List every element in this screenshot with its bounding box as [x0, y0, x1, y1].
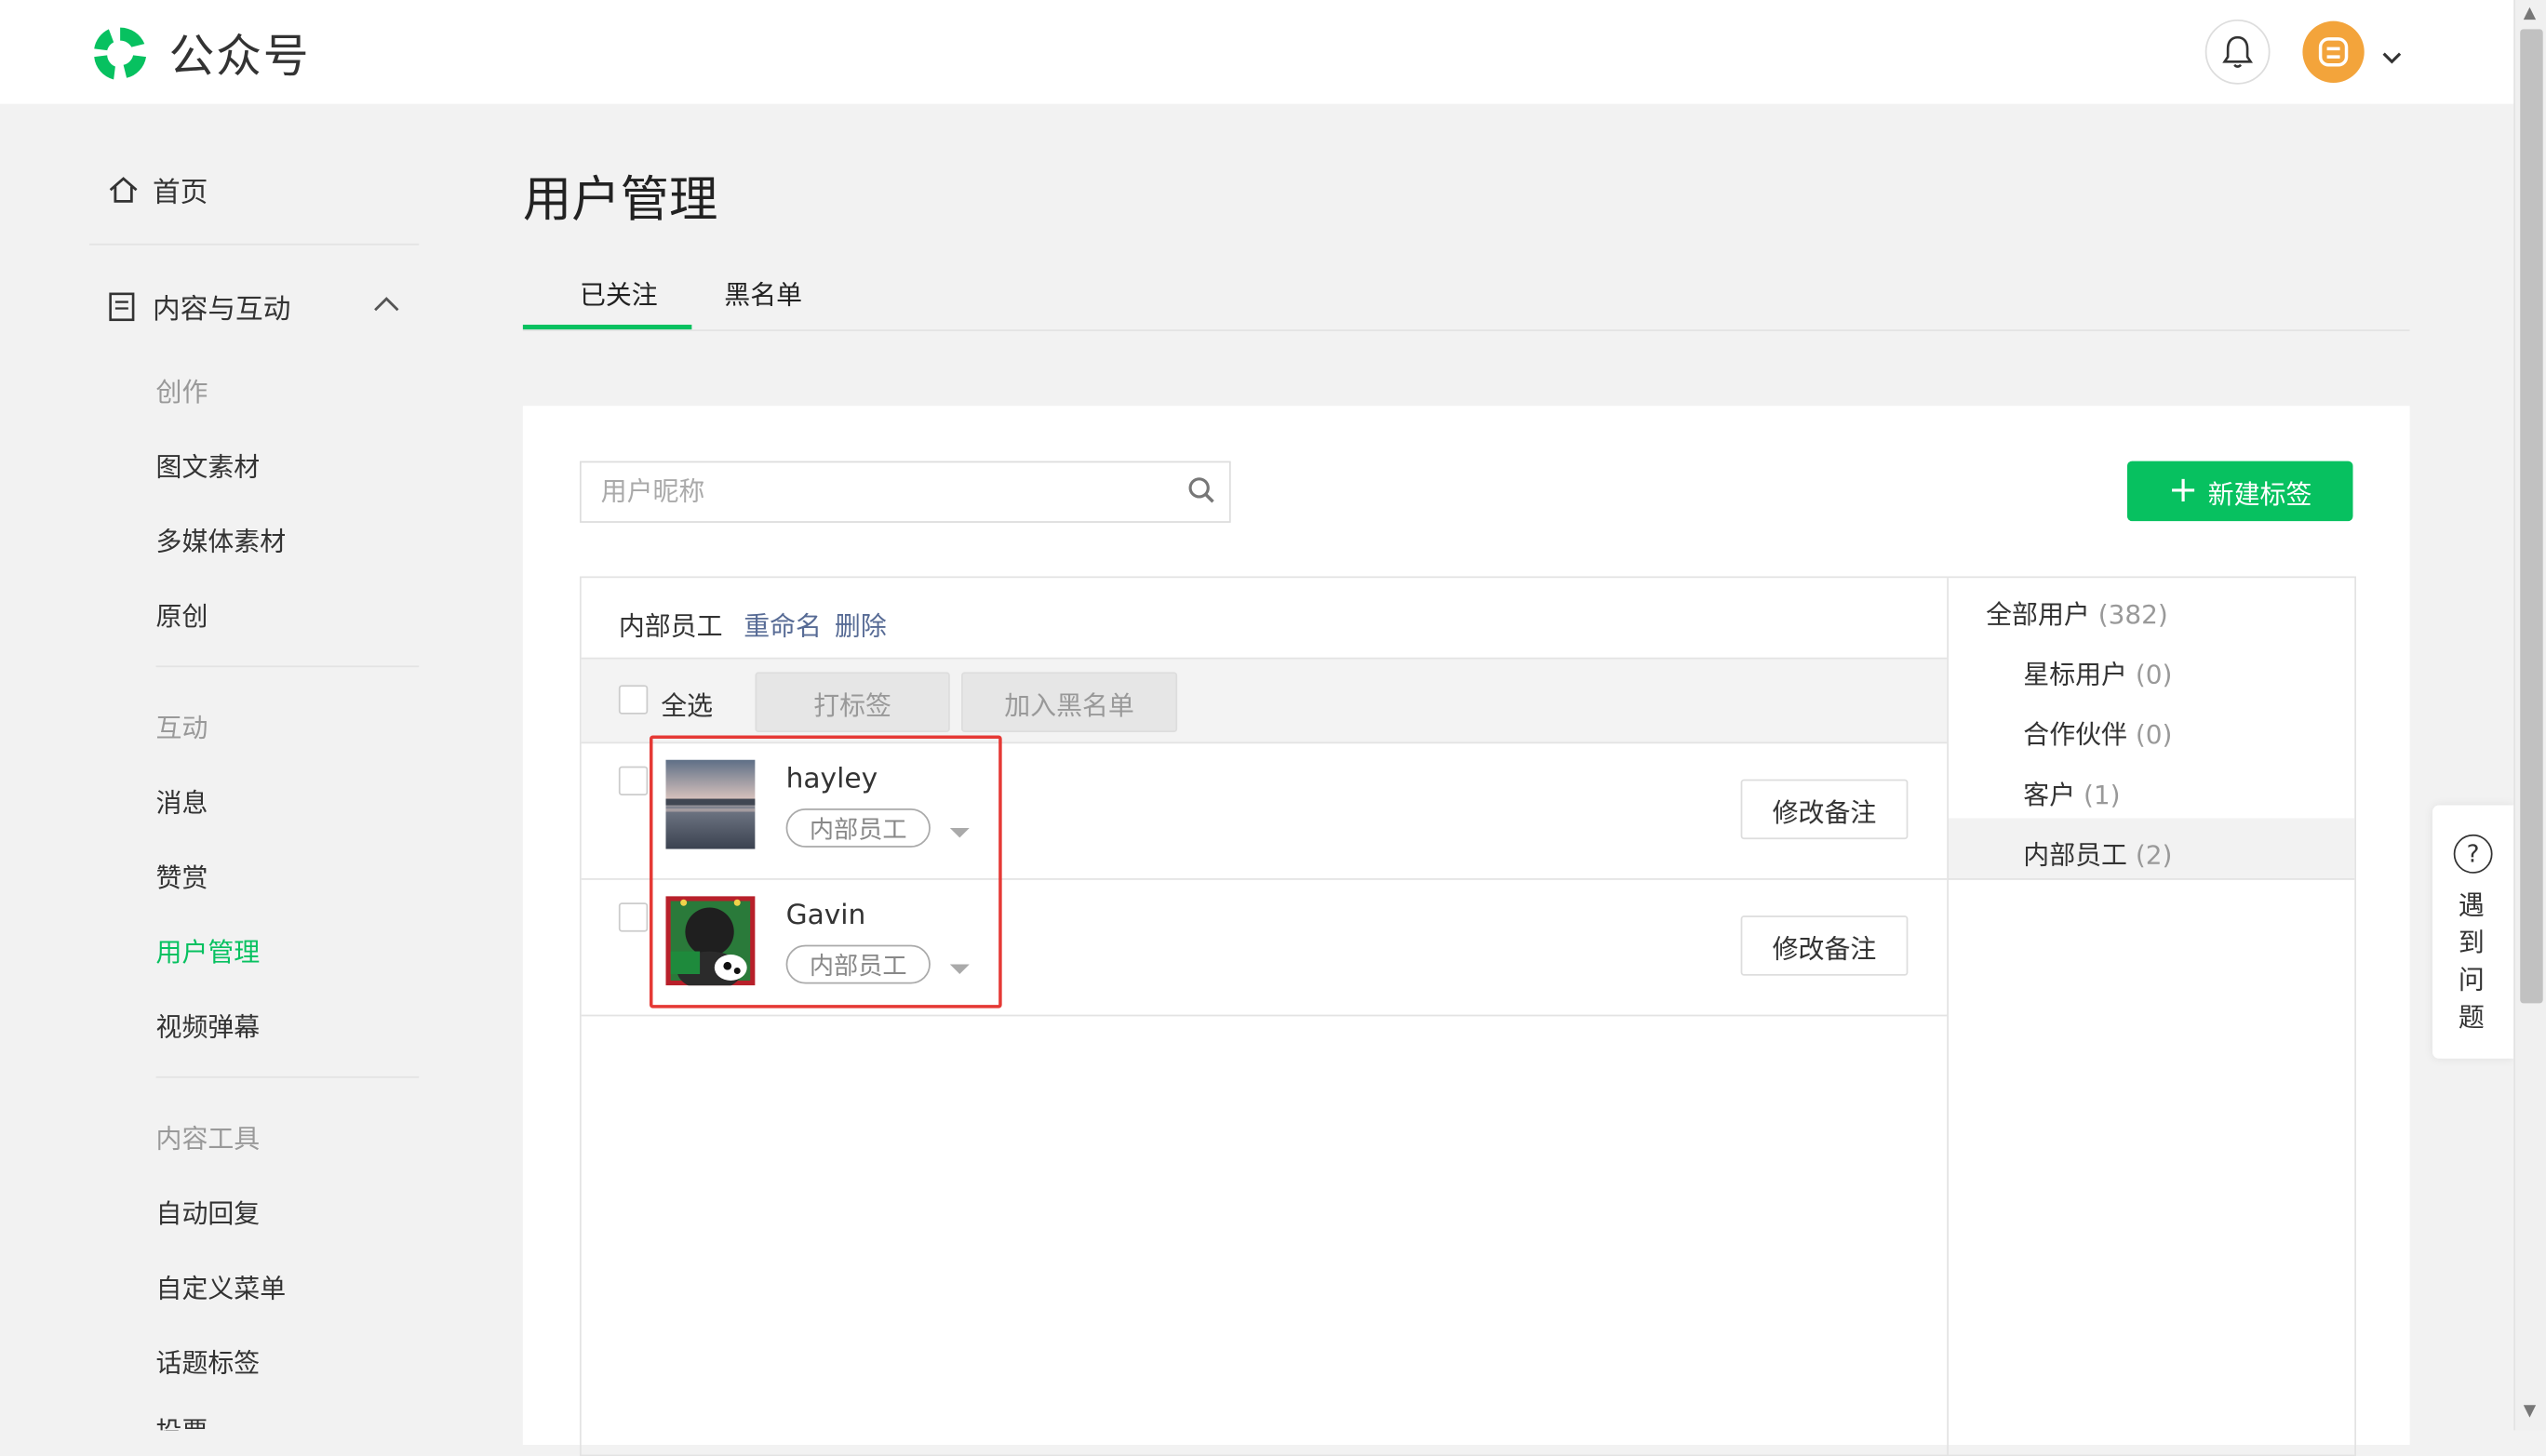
tag-label: 星标用户: [2023, 659, 2127, 690]
highlight-box: [650, 735, 1002, 1009]
new-tag-label: 新建标签: [2207, 477, 2312, 510]
divider: [155, 1075, 420, 1078]
user-table: 内部员工 重命名 删除 全选 打标签 加入黑名单 hayley 内部员工 修改备…: [579, 576, 2356, 1456]
tag-list: 全部用户 (382) 星标用户 (0) 合作伙伴 (0) 客户 (1) 内部员工…: [1947, 578, 2355, 1455]
search-icon[interactable]: [1187, 475, 1216, 511]
tag-label: 全部用户: [1986, 598, 2090, 631]
row-checkbox[interactable]: [618, 766, 649, 796]
sidebar-item-media[interactable]: 多媒体素材: [156, 519, 287, 558]
add-blacklist-button[interactable]: 加入黑名单: [961, 672, 1178, 732]
account-avatar[interactable]: [2302, 20, 2365, 83]
edit-remark-button[interactable]: 修改备注: [1740, 915, 1909, 976]
sidebar-item-auto-reply[interactable]: 自动回复: [156, 1192, 261, 1231]
scroll-up-arrow-icon[interactable]: ▲: [2524, 5, 2536, 22]
page-title: 用户管理: [522, 171, 718, 230]
tag-label: 内部员工: [2023, 839, 2127, 871]
divider: [88, 243, 420, 246]
tab-blacklist[interactable]: 黑名单: [724, 273, 802, 312]
notification-button[interactable]: [2204, 19, 2271, 85]
sidebar-item-home[interactable]: 首页: [107, 168, 208, 209]
help-widget[interactable]: ? 遇到问题: [2432, 805, 2514, 1059]
group-header: 内部员工 重命名 删除: [581, 578, 1948, 660]
search-box: [579, 461, 1231, 523]
sidebar-item-rewards[interactable]: 赞赏: [156, 856, 208, 895]
tag-label: 客户: [2023, 779, 2076, 810]
tab-followed[interactable]: 已关注: [580, 273, 658, 312]
select-all-checkbox[interactable]: [618, 685, 649, 715]
tag-count: (0): [2135, 719, 2173, 751]
section-label: 内容与互动: [153, 293, 291, 327]
sidebar-item-danmaku[interactable]: 视频弹幕: [156, 1005, 261, 1044]
home-icon: [109, 177, 138, 203]
search-input[interactable]: [581, 462, 1153, 518]
sidebar-item-messages[interactable]: 消息: [156, 781, 208, 820]
tag-list-item-customers[interactable]: 客户 (1): [2023, 773, 2120, 812]
plus-icon: +: [2168, 470, 2199, 511]
tag-count: (382): [2097, 598, 2168, 631]
sidebar-category-create: 创作: [155, 376, 208, 407]
sidebar-item-custom-menu[interactable]: 自定义菜单: [156, 1266, 287, 1305]
home-label: 首页: [153, 177, 208, 210]
new-tag-button[interactable]: + 新建标签: [2126, 461, 2353, 522]
document-icon: [109, 292, 135, 322]
scroll-thumb[interactable]: [2520, 29, 2543, 1004]
scroll-down-arrow-icon[interactable]: ▼: [2524, 1403, 2536, 1421]
brand-title[interactable]: 公众号: [168, 21, 310, 87]
group-name: 内部员工: [618, 610, 723, 642]
tag-list-item-all[interactable]: 全部用户 (382): [1986, 593, 2168, 632]
tag-count: (0): [2135, 659, 2173, 690]
avatar-face-icon: [2318, 37, 2349, 67]
tag-list-item-internal[interactable]: 内部员工 (2): [2023, 833, 2172, 872]
top-bar: 公众号: [0, 0, 2514, 104]
tag-list-item-partners[interactable]: 合作伙伴 (0): [2023, 713, 2172, 752]
tag-button[interactable]: 打标签: [755, 672, 950, 732]
batch-toolbar: 全选 打标签 加入黑名单: [581, 659, 1948, 744]
select-all-label[interactable]: 全选: [661, 684, 713, 723]
question-icon: ?: [2453, 834, 2493, 874]
sidebar-item-original[interactable]: 原创: [156, 594, 208, 634]
sidebar-item-user-management[interactable]: 用户管理: [156, 930, 261, 969]
help-label: 遇到问题: [2458, 889, 2485, 1033]
tag-count: (2): [2135, 839, 2173, 871]
delete-link[interactable]: 删除: [835, 604, 887, 643]
scrollbar[interactable]: ▲ ▼: [2513, 0, 2546, 1431]
divider: [155, 665, 420, 668]
sidebar-section-content[interactable]: 内容与互动: [107, 286, 290, 327]
rename-link[interactable]: 重命名: [744, 604, 822, 643]
sidebar-category-tools: 内容工具: [155, 1123, 261, 1155]
sidebar-category-interact: 互动: [155, 713, 208, 744]
edit-remark-button[interactable]: 修改备注: [1740, 779, 1909, 840]
wechat-logo-icon[interactable]: [87, 21, 153, 87]
chevron-up-icon[interactable]: [372, 289, 401, 320]
divider: [522, 329, 2410, 331]
sidebar-item-articles[interactable]: 图文素材: [156, 445, 261, 484]
tag-list-item-starred[interactable]: 星标用户 (0): [2023, 652, 2172, 691]
sidebar-item-vote[interactable]: 投票: [156, 1409, 208, 1431]
bell-icon: [2222, 35, 2254, 68]
row-checkbox[interactable]: [618, 902, 649, 932]
sidebar-item-topic-tags[interactable]: 话题标签: [156, 1341, 261, 1380]
tag-label: 合作伙伴: [2023, 719, 2127, 751]
chevron-down-icon[interactable]: [2380, 42, 2403, 73]
tag-count: (1): [2084, 779, 2121, 810]
